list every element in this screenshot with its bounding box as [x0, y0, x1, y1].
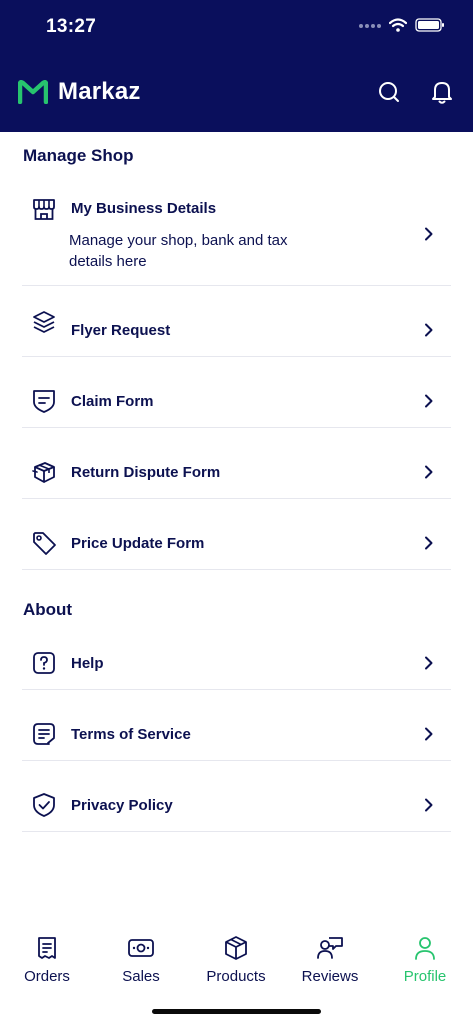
- shield-check-icon: [31, 792, 57, 818]
- menu-item-label: Return Dispute Form: [71, 464, 221, 481]
- about-title: About: [23, 600, 73, 619]
- menu-item-price-update-form[interactable]: Price Update Form: [22, 499, 451, 570]
- tab-label: Reviews: [301, 968, 359, 985]
- menu-item-label: Claim Form: [71, 393, 154, 410]
- cash-icon: [127, 934, 155, 962]
- tab-label: Products: [206, 968, 266, 985]
- menu-item-help[interactable]: Help: [22, 619, 451, 690]
- tab-sales[interactable]: Sales: [101, 934, 181, 985]
- tab-products[interactable]: Products: [196, 934, 276, 985]
- tab-reviews[interactable]: Reviews: [290, 934, 370, 985]
- package-return-icon: [31, 459, 57, 485]
- chevron-right-icon: [425, 798, 433, 812]
- menu-item-label: Flyer Request: [71, 322, 171, 339]
- menu-item-label: Privacy Policy: [71, 797, 173, 814]
- brand-name: Markaz: [58, 78, 141, 105]
- menu-item-description: Manage your shop, bank and tax details h…: [69, 232, 288, 270]
- menu-item-claim-form[interactable]: Claim Form: [22, 357, 451, 428]
- menu-item-return-dispute-form[interactable]: Return Dispute Form: [22, 428, 451, 499]
- brand: Markaz: [18, 78, 141, 106]
- manage-shop-title: Manage Shop: [23, 146, 134, 165]
- app-header: 13:27 Markaz: [0, 0, 473, 132]
- help-icon: [31, 650, 57, 676]
- chevron-right-icon: [425, 727, 433, 741]
- layers-icon: [31, 309, 57, 335]
- home-indicator: [152, 1009, 321, 1014]
- signal-icon: [359, 24, 381, 28]
- receipt-icon: [33, 934, 61, 962]
- tab-label: Profile: [403, 968, 447, 985]
- tab-label: Sales: [122, 968, 160, 985]
- menu-item-terms-of-service[interactable]: Terms of Service: [22, 690, 451, 761]
- chevron-right-icon: [425, 227, 433, 241]
- menu-item-label: Price Update Form: [71, 535, 205, 552]
- menu-item-label: My Business Details: [71, 200, 217, 217]
- tab-orders[interactable]: Orders: [7, 934, 87, 985]
- chevron-right-icon: [425, 465, 433, 479]
- user-icon: [411, 934, 439, 962]
- search-button[interactable]: [376, 79, 402, 105]
- chevron-right-icon: [425, 394, 433, 408]
- notifications-button[interactable]: [429, 79, 455, 105]
- menu-item-flyer-request[interactable]: Flyer Request: [22, 286, 451, 357]
- markaz-logo-icon: [18, 80, 48, 104]
- status-time: 13:27: [46, 16, 97, 37]
- menu-item-label: Terms of Service: [71, 726, 191, 743]
- menu-item-business-details[interactable]: My Business Details Manage your shop, ba…: [22, 180, 451, 286]
- search-icon: [379, 82, 399, 102]
- shield-form-icon: [31, 388, 57, 414]
- box-icon: [222, 934, 250, 962]
- tab-profile[interactable]: Profile: [385, 934, 465, 985]
- chevron-right-icon: [425, 536, 433, 550]
- document-icon: [31, 721, 57, 747]
- shop-icon: [31, 196, 57, 222]
- wifi-icon: [389, 18, 407, 32]
- price-tag-icon: [31, 530, 57, 556]
- status-icons: [359, 18, 445, 32]
- menu-item-label: Help: [71, 655, 104, 672]
- battery-icon: [415, 18, 444, 32]
- chevron-right-icon: [425, 656, 433, 670]
- chevron-right-icon: [425, 323, 433, 337]
- bell-icon: [432, 82, 452, 104]
- menu-item-privacy-policy[interactable]: Privacy Policy: [22, 761, 451, 832]
- review-icon: [316, 934, 344, 962]
- tab-label: Orders: [24, 968, 70, 985]
